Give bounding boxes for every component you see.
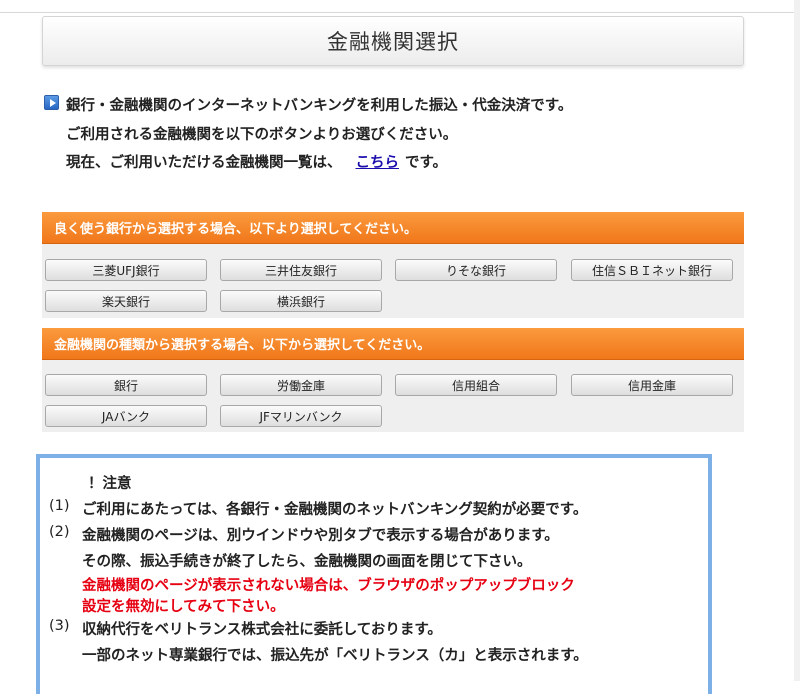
play-arrow-icon <box>44 95 59 110</box>
intro-line-3: 現在、ご利用いただける金融機関一覧は、 こちら です。 <box>66 151 447 172</box>
bank-button-mufg[interactable]: 三菱UFJ銀行 <box>45 259 207 281</box>
bank-button-rakuten[interactable]: 楽天銀行 <box>45 290 207 312</box>
type-button-credit-cooperative[interactable]: 信用組合 <box>395 374 557 396</box>
notice-item-1: ご利用にあたっては、各銀行・金融機関のネットバンキング契約が必要です。 <box>82 502 588 518</box>
intro-line-3-suffix: です。 <box>405 155 448 171</box>
bank-button-smbc[interactable]: 三井住友銀行 <box>220 259 382 281</box>
frequent-banks-section: 良く使う銀行から選択する場合、以下より選択してください。 三菱UFJ銀行 三井住… <box>42 212 744 318</box>
intro-line-2: ご利用される金融機関を以下のボタンよりお選びください。 <box>66 127 458 143</box>
page-header: 金融機関選択 <box>42 16 744 66</box>
bank-button-sbi-net[interactable]: 住信ＳＢＩネット銀行 <box>571 259 733 281</box>
notice-item-2-line-2: その際、振込手続きが終了したら、金融機関の画面を閉じて下さい。 <box>82 554 532 570</box>
bank-button-yokohama[interactable]: 横浜銀行 <box>220 290 382 312</box>
institution-list-link[interactable]: こちら <box>356 155 400 171</box>
notice-item-3-number: (3) <box>49 618 70 634</box>
notice-title: ！注意 <box>88 476 132 492</box>
notice-item-2-warning-2: 設定を無効にしてみて下さい。 <box>82 599 285 615</box>
notice-item-2-number: (2) <box>49 524 70 540</box>
notice-item-3-line-2: 一部のネット専業銀行では、振込先が「ベリトランス（カ」と表示されます。 <box>82 648 588 664</box>
notice-item-2-line-1: 金融機関のページは、別ウインドウや別タブで表示する場合があります。 <box>82 528 559 544</box>
intro-line-3-prefix: 現在、ご利用いただける金融機関一覧は、 <box>66 155 342 171</box>
notice-item-1-number: (1) <box>49 498 70 514</box>
notice-box: ！注意 (1) ご利用にあたっては、各銀行・金融機関のネットバンキング契約が必要… <box>36 454 712 694</box>
notice-item-2-warning-1: 金融機関のページが表示されない場合は、ブラウザのポップアップブロック <box>82 578 575 594</box>
frequent-banks-heading: 良く使う銀行から選択する場合、以下より選択してください。 <box>42 212 744 244</box>
type-button-labor-bank[interactable]: 労働金庫 <box>220 374 382 396</box>
top-divider <box>0 12 800 13</box>
type-button-bank[interactable]: 銀行 <box>45 374 207 396</box>
scrollbar-track[interactable] <box>794 0 800 681</box>
bank-button-resona[interactable]: りそな銀行 <box>395 259 557 281</box>
institution-types-section: 金融機関の種類から選択する場合、以下から選択してください。 銀行 労働金庫 信用… <box>42 328 744 432</box>
page-title: 金融機関選択 <box>327 30 459 54</box>
notice-item-3-line-1: 収納代行をベリトランス株式会社に委託しております。 <box>82 622 442 638</box>
institution-types-heading: 金融機関の種類から選択する場合、以下から選択してください。 <box>42 328 744 360</box>
type-button-ja-bank[interactable]: JAバンク <box>45 405 207 427</box>
intro-line-1: 銀行・金融機関のインターネットバンキングを利用した振込・代金決済です。 <box>66 98 573 114</box>
type-button-jf-marine-bank[interactable]: JFマリンバンク <box>220 405 382 427</box>
type-button-shinkin-bank[interactable]: 信用金庫 <box>571 374 733 396</box>
